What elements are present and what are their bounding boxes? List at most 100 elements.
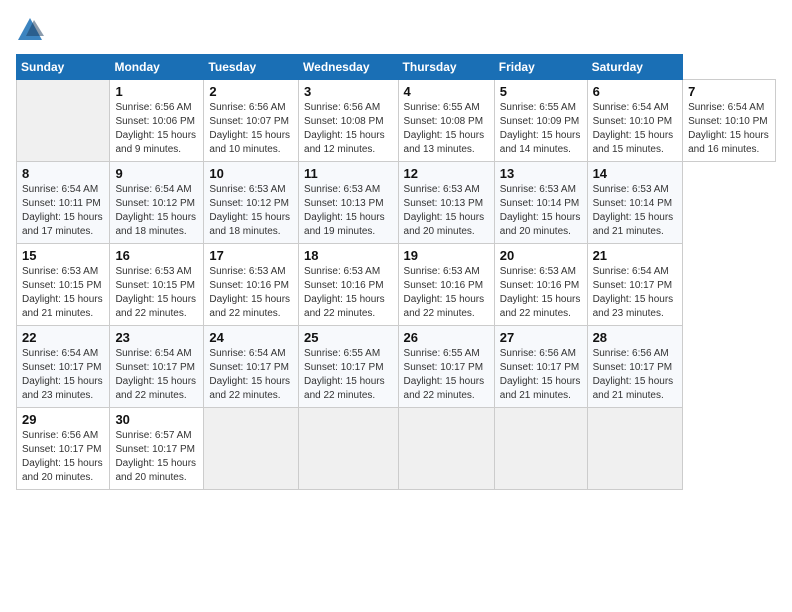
- calendar-cell: 14 Sunrise: 6:53 AMSunset: 10:14 PMDaylig…: [587, 162, 683, 244]
- calendar-cell: 25 Sunrise: 6:55 AMSunset: 10:17 PMDaylig…: [299, 326, 399, 408]
- day-number: 18: [304, 248, 393, 263]
- logo-icon: [16, 16, 44, 44]
- day-number: 3: [304, 84, 393, 99]
- day-info: Sunrise: 6:53 AMSunset: 10:15 PMDaylight…: [115, 265, 198, 321]
- day-info: Sunrise: 6:53 AMSunset: 10:16 PMDaylight…: [304, 265, 393, 321]
- day-number: 4: [404, 84, 489, 99]
- calendar-cell: 5 Sunrise: 6:55 AMSunset: 10:09 PMDayligh…: [494, 80, 587, 162]
- calendar-cell: 7 Sunrise: 6:54 AMSunset: 10:10 PMDayligh…: [683, 80, 776, 162]
- calendar-table: SundayMondayTuesdayWednesdayThursdayFrid…: [16, 54, 776, 490]
- calendar-cell: 10Sunrise: 6:53 AMSunset: 10:12 PMDaylig…: [204, 162, 299, 244]
- day-number: 16: [115, 248, 198, 263]
- day-info: Sunrise: 6:53 AMSunset: 10:13 PMDaylight…: [404, 183, 489, 239]
- day-info: Sunrise: 6:54 AMSunset: 10:17 PMDaylight…: [115, 347, 198, 403]
- day-info: Sunrise: 6:53 AMSunset: 10:16 PMDaylight…: [500, 265, 582, 321]
- day-info: Sunrise: 6:56 AMSunset: 10:06 PMDaylight…: [115, 101, 198, 157]
- calendar-cell: 30 Sunrise: 6:57 AMSunset: 10:17 PMDaylig…: [110, 408, 204, 490]
- day-info: Sunrise: 6:56 AMSunset: 10:07 PMDaylight…: [209, 101, 293, 157]
- day-number: 2: [209, 84, 293, 99]
- day-info: Sunrise: 6:54 AMSunset: 10:11 PMDaylight…: [22, 183, 104, 239]
- calendar-cell: [587, 408, 683, 490]
- calendar-cell: [299, 408, 399, 490]
- day-info: Sunrise: 6:53 AMSunset: 10:13 PMDaylight…: [304, 183, 393, 239]
- day-number: 13: [500, 166, 582, 181]
- calendar-cell: 15 Sunrise: 6:53 AMSunset: 10:15 PMDaylig…: [17, 244, 110, 326]
- day-number: 9: [115, 166, 198, 181]
- weekday-header-thursday: Thursday: [398, 55, 494, 80]
- day-number: 15: [22, 248, 104, 263]
- calendar-cell: 19 Sunrise: 6:53 AMSunset: 10:16 PMDaylig…: [398, 244, 494, 326]
- day-number: 17: [209, 248, 293, 263]
- calendar-cell: 3 Sunrise: 6:56 AMSunset: 10:08 PMDayligh…: [299, 80, 399, 162]
- day-number: 8: [22, 166, 104, 181]
- page-header: [16, 16, 776, 44]
- day-info: Sunrise: 6:55 AMSunset: 10:17 PMDaylight…: [404, 347, 489, 403]
- calendar-cell: 27 Sunrise: 6:56 AMSunset: 10:17 PMDaylig…: [494, 326, 587, 408]
- day-info: Sunrise: 6:53 AMSunset: 10:15 PMDaylight…: [22, 265, 104, 321]
- weekday-header-monday: Monday: [110, 55, 204, 80]
- day-info: Sunrise: 6:53 AMSunset: 10:14 PMDaylight…: [593, 183, 678, 239]
- day-number: 28: [593, 330, 678, 345]
- day-number: 19: [404, 248, 489, 263]
- calendar-cell: 28Sunrise: 6:56 AMSunset: 10:17 PMDaylig…: [587, 326, 683, 408]
- day-number: 14: [593, 166, 678, 181]
- day-info: Sunrise: 6:54 AMSunset: 10:17 PMDaylight…: [22, 347, 104, 403]
- day-info: Sunrise: 6:56 AMSunset: 10:08 PMDaylight…: [304, 101, 393, 157]
- day-number: 25: [304, 330, 393, 345]
- calendar-cell: [494, 408, 587, 490]
- day-number: 29: [22, 412, 104, 427]
- day-number: 20: [500, 248, 582, 263]
- day-info: Sunrise: 6:53 AMSunset: 10:16 PMDaylight…: [209, 265, 293, 321]
- day-number: 6: [593, 84, 678, 99]
- day-info: Sunrise: 6:54 AMSunset: 10:10 PMDaylight…: [688, 101, 770, 157]
- calendar-cell: 8 Sunrise: 6:54 AMSunset: 10:11 PMDayligh…: [17, 162, 110, 244]
- day-info: Sunrise: 6:53 AMSunset: 10:16 PMDaylight…: [404, 265, 489, 321]
- calendar-cell: 12 Sunrise: 6:53 AMSunset: 10:13 PMDaylig…: [398, 162, 494, 244]
- calendar-cell: 16 Sunrise: 6:53 AMSunset: 10:15 PMDaylig…: [110, 244, 204, 326]
- calendar-cell: 18 Sunrise: 6:53 AMSunset: 10:16 PMDaylig…: [299, 244, 399, 326]
- weekday-header-friday: Friday: [494, 55, 587, 80]
- day-number: 12: [404, 166, 489, 181]
- day-info: Sunrise: 6:57 AMSunset: 10:17 PMDaylight…: [115, 429, 198, 485]
- day-info: Sunrise: 6:55 AMSunset: 10:17 PMDaylight…: [304, 347, 393, 403]
- day-info: Sunrise: 6:55 AMSunset: 10:08 PMDaylight…: [404, 101, 489, 157]
- calendar-cell: 21 Sunrise: 6:54 AMSunset: 10:17 PMDaylig…: [587, 244, 683, 326]
- calendar-cell: 9 Sunrise: 6:54 AMSunset: 10:12 PMDayligh…: [110, 162, 204, 244]
- weekday-header-tuesday: Tuesday: [204, 55, 299, 80]
- calendar-cell: 20 Sunrise: 6:53 AMSunset: 10:16 PMDaylig…: [494, 244, 587, 326]
- day-number: 27: [500, 330, 582, 345]
- day-number: 11: [304, 166, 393, 181]
- calendar-cell: 1 Sunrise: 6:56 AMSunset: 10:06 PMDayligh…: [110, 80, 204, 162]
- weekday-header-sunday: Sunday: [17, 55, 110, 80]
- calendar-cell: [17, 80, 110, 162]
- calendar-cell: 22 Sunrise: 6:54 AMSunset: 10:17 PMDaylig…: [17, 326, 110, 408]
- calendar-cell: 11 Sunrise: 6:53 AMSunset: 10:13 PMDaylig…: [299, 162, 399, 244]
- calendar-cell: 17 Sunrise: 6:53 AMSunset: 10:16 PMDaylig…: [204, 244, 299, 326]
- day-number: 7: [688, 84, 770, 99]
- calendar-cell: 2 Sunrise: 6:56 AMSunset: 10:07 PMDayligh…: [204, 80, 299, 162]
- day-info: Sunrise: 6:55 AMSunset: 10:09 PMDaylight…: [500, 101, 582, 157]
- weekday-header-saturday: Saturday: [587, 55, 683, 80]
- day-number: 30: [115, 412, 198, 427]
- day-number: 21: [593, 248, 678, 263]
- calendar-cell: 4 Sunrise: 6:55 AMSunset: 10:08 PMDayligh…: [398, 80, 494, 162]
- day-info: Sunrise: 6:54 AMSunset: 10:10 PMDaylight…: [593, 101, 678, 157]
- calendar-cell: 26Sunrise: 6:55 AMSunset: 10:17 PMDaylig…: [398, 326, 494, 408]
- calendar-cell: 24Sunrise: 6:54 AMSunset: 10:17 PMDaylig…: [204, 326, 299, 408]
- calendar-cell: 13Sunrise: 6:53 AMSunset: 10:14 PMDaylig…: [494, 162, 587, 244]
- day-info: Sunrise: 6:53 AMSunset: 10:12 PMDaylight…: [209, 183, 293, 239]
- logo: [16, 16, 48, 44]
- day-number: 5: [500, 84, 582, 99]
- day-info: Sunrise: 6:54 AMSunset: 10:12 PMDaylight…: [115, 183, 198, 239]
- day-number: 1: [115, 84, 198, 99]
- calendar-cell: 23 Sunrise: 6:54 AMSunset: 10:17 PMDaylig…: [110, 326, 204, 408]
- calendar-cell: 29 Sunrise: 6:56 AMSunset: 10:17 PMDaylig…: [17, 408, 110, 490]
- day-info: Sunrise: 6:56 AMSunset: 10:17 PMDaylight…: [500, 347, 582, 403]
- day-info: Sunrise: 6:56 AMSunset: 10:17 PMDaylight…: [22, 429, 104, 485]
- day-info: Sunrise: 6:54 AMSunset: 10:17 PMDaylight…: [593, 265, 678, 321]
- calendar-cell: 6 Sunrise: 6:54 AMSunset: 10:10 PMDayligh…: [587, 80, 683, 162]
- weekday-header-wednesday: Wednesday: [299, 55, 399, 80]
- day-number: 24: [209, 330, 293, 345]
- day-number: 22: [22, 330, 104, 345]
- day-number: 23: [115, 330, 198, 345]
